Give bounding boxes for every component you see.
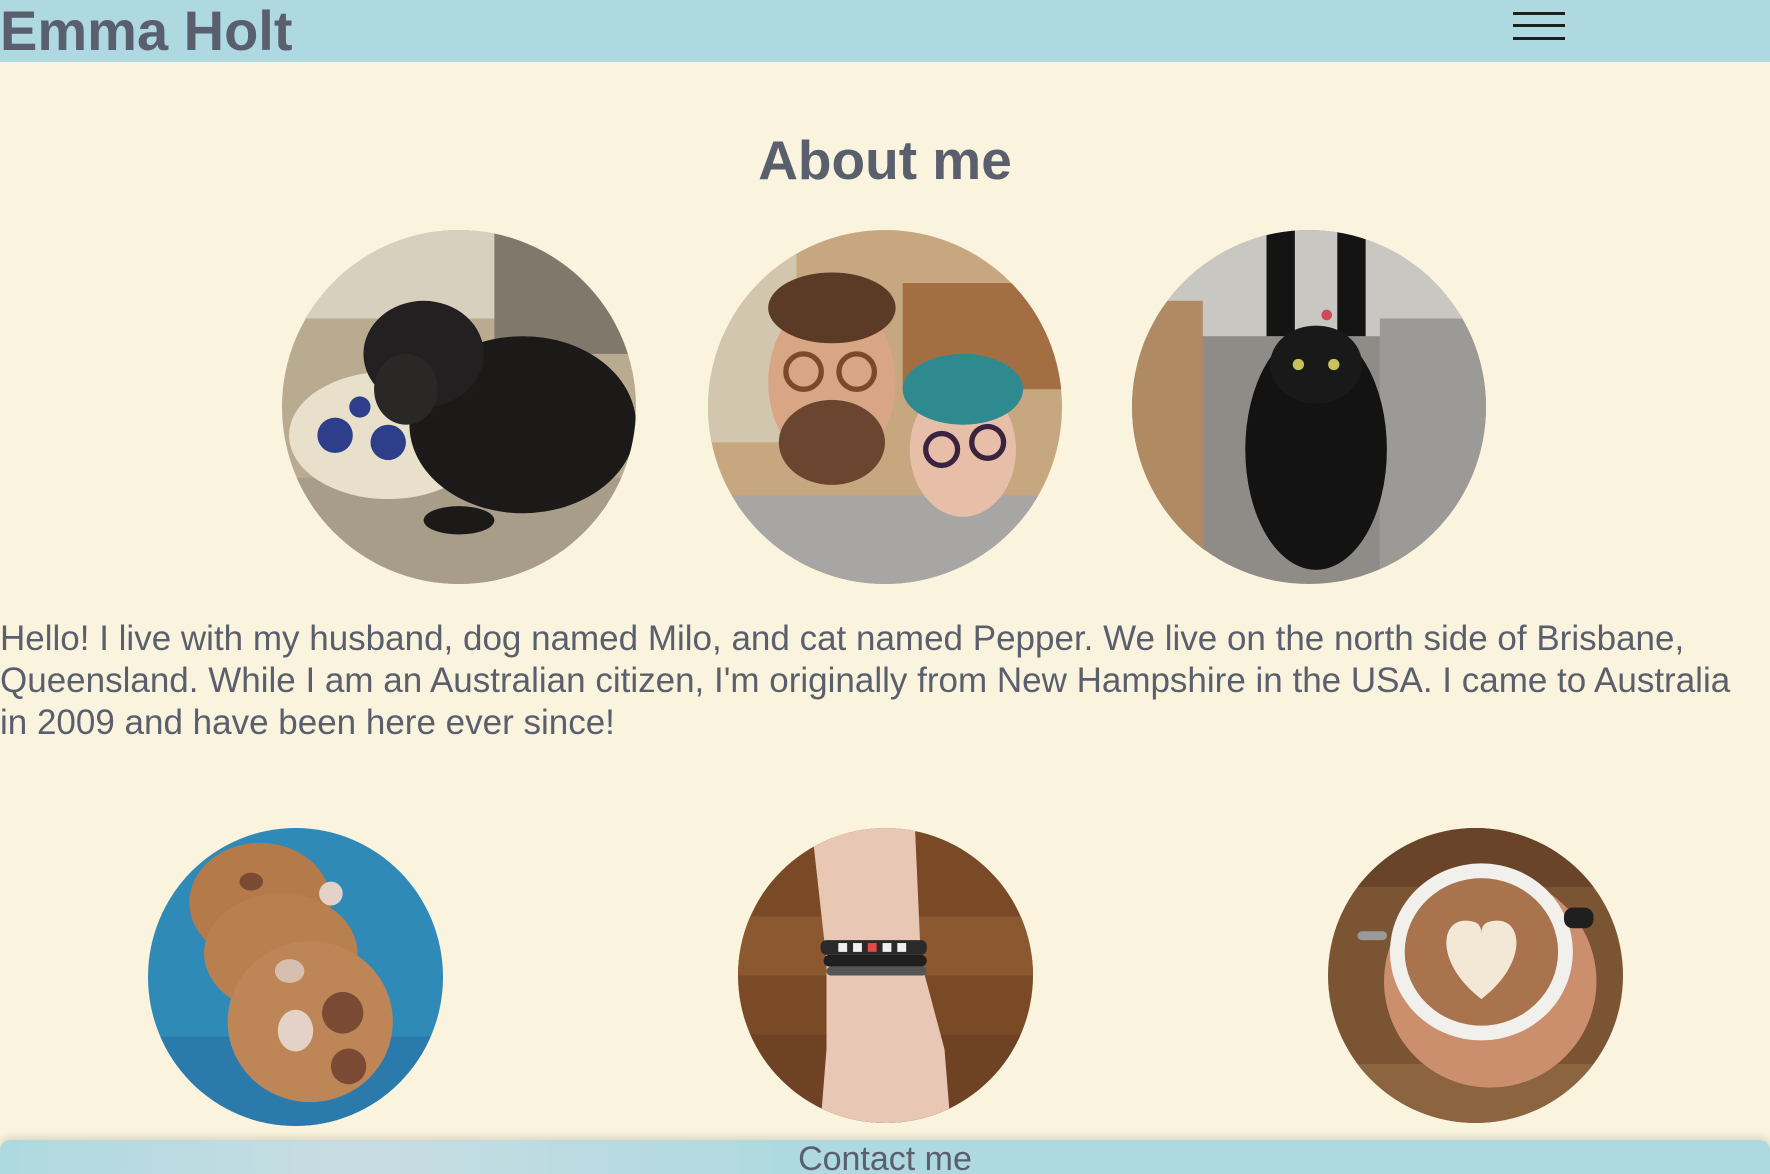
bio-text: Hello! I live with my husband, dog named… xyxy=(0,619,1731,742)
page: Emma Holt About me Hello! I live with my… xyxy=(0,0,1770,1174)
cookies-photo xyxy=(148,828,443,1126)
top-bar: Emma Holt xyxy=(0,0,1770,62)
couple-photo xyxy=(708,230,1062,584)
cat-photo xyxy=(1132,230,1486,584)
dog-photo xyxy=(282,230,636,584)
coffee-photo xyxy=(1328,828,1623,1123)
page-heading: About me xyxy=(758,129,1012,191)
footer-bar: Contact me xyxy=(0,1140,1770,1174)
site-title[interactable]: Emma Holt xyxy=(0,0,293,62)
contact-me-link[interactable]: Contact me xyxy=(798,1140,972,1174)
hamburger-menu-icon[interactable] xyxy=(1510,6,1568,46)
bracelet-photo xyxy=(738,828,1033,1123)
